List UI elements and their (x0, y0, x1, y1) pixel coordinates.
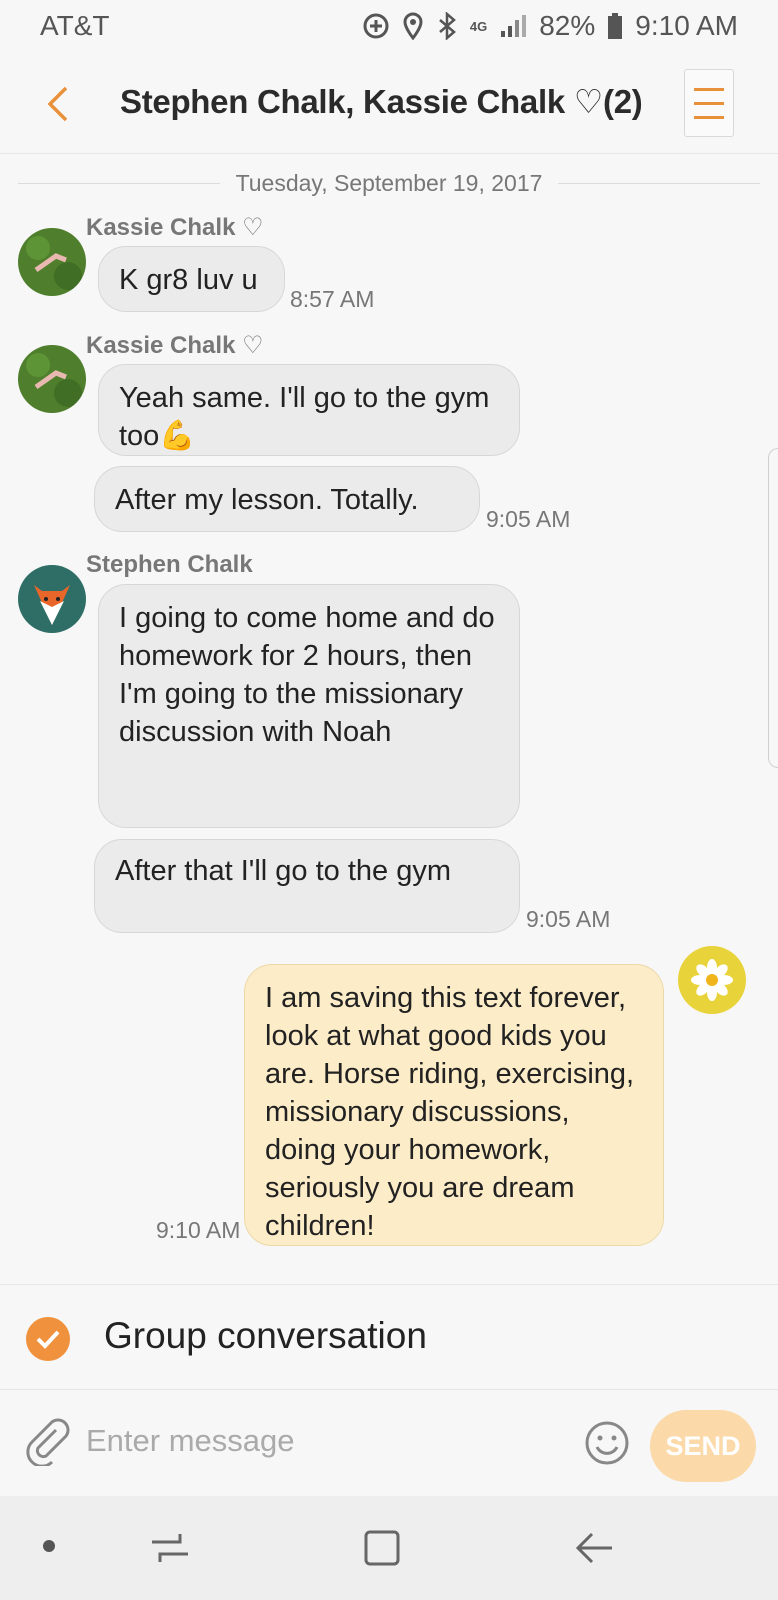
paperclip-icon (26, 1418, 70, 1468)
conversation-header: Stephen Chalk, Kassie Chalk ♡(2) (0, 52, 778, 154)
message-bubble[interactable]: K gr8 luv u (98, 246, 285, 312)
navigation-bar (0, 1496, 778, 1600)
sender-name: Kassie Chalk ♡ (86, 214, 264, 241)
scroll-handle[interactable] (768, 448, 778, 768)
back-button[interactable] (40, 82, 80, 126)
back-nav-button[interactable] (572, 1526, 616, 1570)
date-label: Tuesday, September 19, 2017 (235, 169, 543, 196)
message-time: 9:05 AM (486, 506, 571, 532)
home-button[interactable] (360, 1526, 404, 1570)
status-bar: AT&T 4G 82% 9:10 AM (0, 0, 778, 52)
date-divider: Tuesday, September 19, 2017 (18, 168, 760, 198)
message-time: 8:57 AM (290, 286, 375, 312)
message-bubble[interactable]: I going to come home and do homework for… (98, 584, 520, 828)
clock: 9:10 AM (635, 10, 738, 41)
recent-apps-icon (152, 1534, 188, 1562)
group-conversation-toggle[interactable]: Group conversation (0, 1284, 778, 1390)
message-bubble[interactable]: Yeah same. I'll go to the gym too💪 (98, 364, 520, 456)
conversation-title[interactable]: Stephen Chalk, Kassie Chalk ♡(2) (120, 82, 643, 121)
battery-percent: 82% (539, 10, 596, 41)
message-input[interactable] (86, 1414, 556, 1468)
avatar-kassie[interactable] (18, 228, 86, 296)
sender-name: Stephen Chalk (86, 551, 253, 578)
menu-button[interactable] (684, 69, 734, 137)
back-arrow-icon (575, 1532, 612, 1564)
nav-dot-icon[interactable] (43, 1540, 55, 1552)
message-bubble[interactable]: After my lesson. Totally. (94, 466, 480, 532)
check-icon (26, 1317, 70, 1361)
attach-button[interactable] (22, 1416, 72, 1468)
menu-icon (694, 87, 724, 91)
signal-icon (499, 13, 527, 39)
home-icon (364, 1530, 400, 1566)
carrier-label: AT&T (40, 10, 110, 41)
battery-icon (607, 12, 623, 40)
send-button[interactable]: SEND (650, 1410, 756, 1482)
message-time: 9:10 AM (156, 1217, 241, 1243)
chevron-left-icon (47, 86, 68, 122)
lte-icon: 4G (469, 18, 488, 34)
sender-name: Kassie Chalk ♡ (86, 332, 264, 359)
location-icon (402, 12, 424, 40)
bluetooth-icon (436, 12, 458, 40)
recent-apps-button[interactable] (148, 1526, 192, 1570)
data-saver-icon (362, 12, 390, 40)
message-bubble[interactable]: After that I'll go to the gym (94, 839, 520, 933)
avatar-kassie[interactable] (18, 345, 86, 413)
message-bubble-outgoing[interactable]: I am saving this text forever, look at w… (244, 964, 664, 1246)
composer-bar: SEND (0, 1390, 778, 1496)
avatar-self[interactable] (678, 946, 746, 1014)
avatar-stephen[interactable] (18, 565, 86, 633)
emoji-button[interactable] (584, 1420, 630, 1466)
message-time: 9:05 AM (526, 906, 611, 932)
group-conversation-label: Group conversation (104, 1315, 427, 1356)
smiley-icon (585, 1421, 629, 1465)
